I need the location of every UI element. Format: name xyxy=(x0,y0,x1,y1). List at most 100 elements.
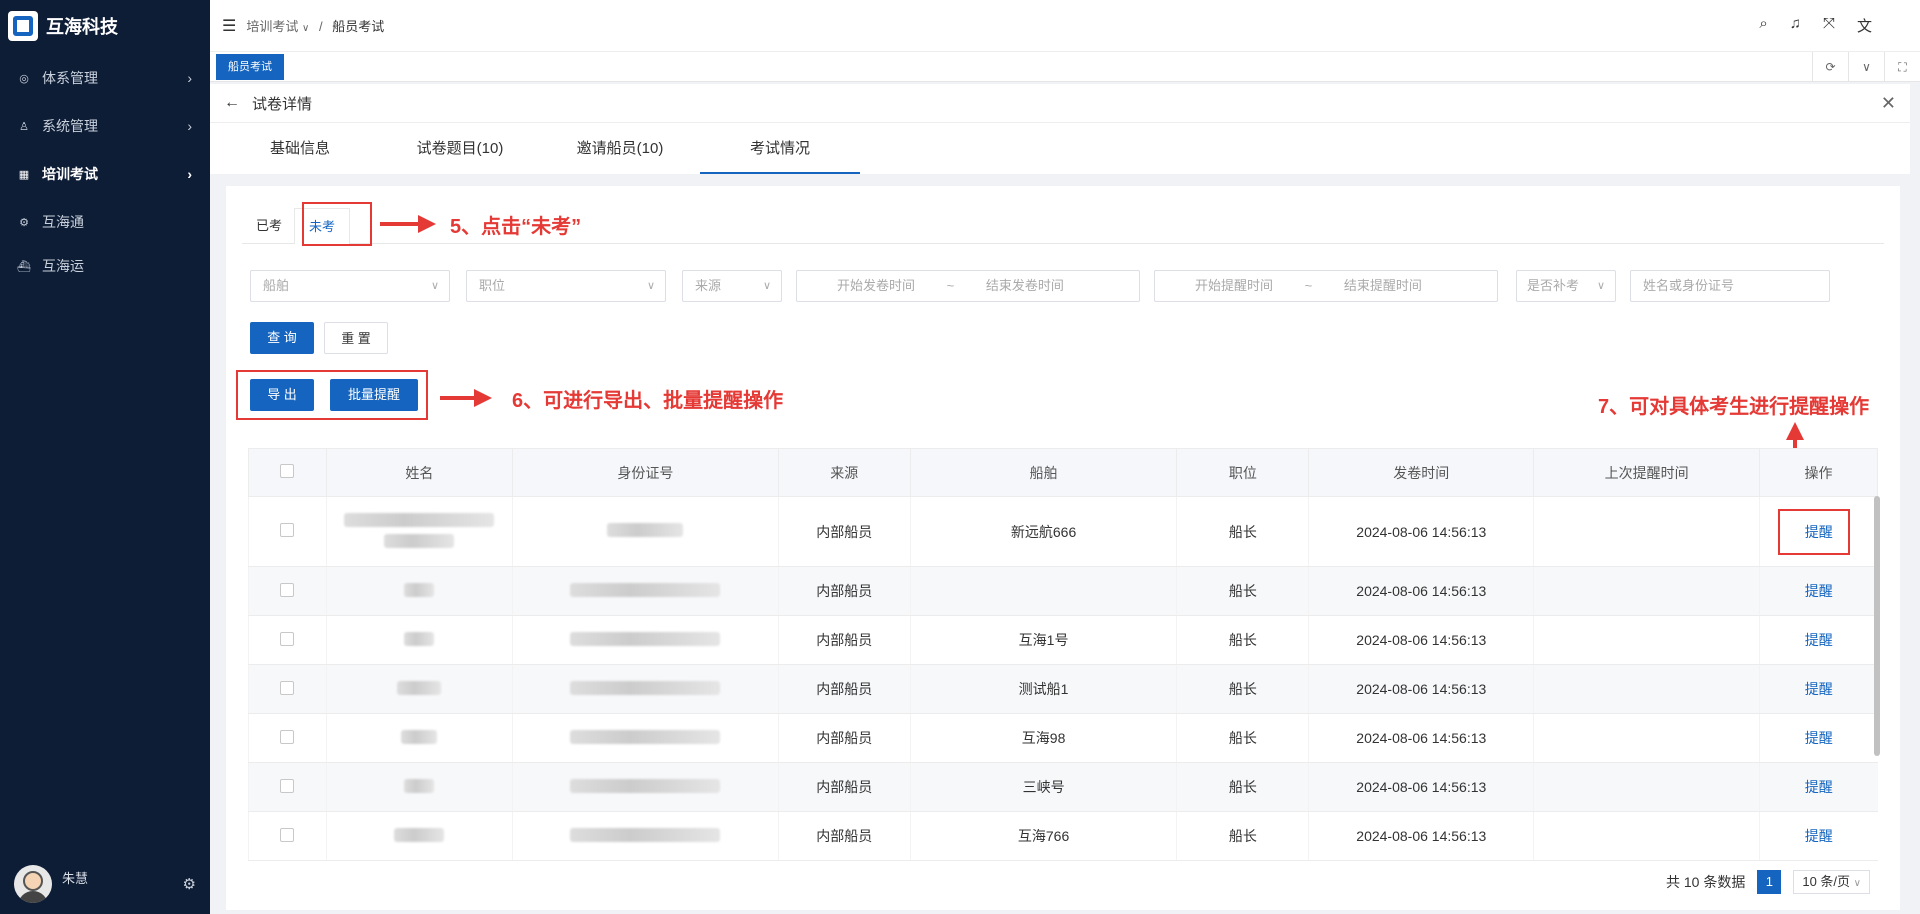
last-remind-cell xyxy=(1533,615,1760,665)
makeup-select[interactable]: 是否补考 ∨ xyxy=(1516,270,1616,302)
close-icon[interactable]: ✕ xyxy=(1881,93,1896,114)
redacted-text xyxy=(607,523,684,537)
export-button[interactable]: 导 出 xyxy=(250,379,314,411)
remind-link[interactable]: 提醒 xyxy=(1805,632,1833,648)
send-time-cell: 2024-08-06 14:56:13 xyxy=(1308,566,1534,616)
send-time-range[interactable]: 开始发卷时间 ~ 结束发卷时间 xyxy=(796,270,1140,302)
ship-select-placeholder: 船舶 xyxy=(263,278,290,293)
row-checkbox[interactable] xyxy=(280,778,295,793)
row-checkbox[interactable] xyxy=(280,827,295,842)
row-checkbox[interactable] xyxy=(280,680,295,695)
remind-end-placeholder: 结束提醒时间 xyxy=(1343,278,1422,293)
avatar[interactable] xyxy=(14,865,52,903)
source-cell: 内部船员 xyxy=(777,713,911,763)
sidebar-item-huhaiyun[interactable]: ⛴ 互海运 xyxy=(0,246,210,286)
redacted-text xyxy=(570,729,721,744)
last-remind-cell xyxy=(1533,566,1760,616)
annotation-arrow xyxy=(440,396,476,400)
name-cell xyxy=(325,713,513,763)
reset-button[interactable]: 重 置 xyxy=(324,322,388,354)
settings-gear-icon[interactable]: ⚙ xyxy=(183,875,196,893)
send-time-cell: 2024-08-06 14:56:13 xyxy=(1308,762,1534,812)
remind-link[interactable]: 提醒 xyxy=(1805,828,1833,844)
redacted-text xyxy=(401,729,438,744)
chevron-right-icon: › xyxy=(187,166,192,182)
tag-tools: ⟳ ∨ ⛶ xyxy=(1812,52,1920,82)
batch-remind-button[interactable]: 批量提醒 xyxy=(330,379,418,411)
tab-exam-status[interactable]: 考试情况 xyxy=(700,123,860,174)
page-1-button[interactable]: 1 xyxy=(1757,870,1782,894)
back-arrow-icon[interactable]: ← xyxy=(224,94,240,112)
position-select-placeholder: 职位 xyxy=(479,278,506,293)
range-separator: ~ xyxy=(1304,278,1313,293)
tab-questions[interactable]: 试卷题目(10) xyxy=(380,123,540,174)
sidebar-item-system[interactable]: ◎ 体系管理 › xyxy=(0,54,210,102)
chevron-down-icon: ∨ xyxy=(301,23,310,34)
sidebar-item-training[interactable]: ▦ 培训考试 › xyxy=(0,150,210,198)
logo-icon xyxy=(8,11,38,41)
ship-cell: 三峡号 xyxy=(909,762,1177,812)
tab-basic-info[interactable]: 基础信息 xyxy=(220,123,380,174)
name-id-input[interactable]: 姓名或身份证号 xyxy=(1630,270,1830,302)
action-cell: 提醒 xyxy=(1759,762,1878,812)
remind-time-range[interactable]: 开始提醒时间 ~ 结束提醒时间 xyxy=(1154,270,1498,302)
remind-link[interactable]: 提醒 xyxy=(1805,779,1833,795)
maximize-icon[interactable]: ⛶ xyxy=(1884,52,1920,82)
refresh-icon[interactable]: ⟳ xyxy=(1812,52,1848,82)
user-name: 朱慧 xyxy=(62,870,89,886)
row-select-cell xyxy=(248,811,327,861)
breadcrumb-current: 船员考试 xyxy=(332,19,385,34)
page-size-value: 10 条/页 xyxy=(1802,874,1851,889)
query-button[interactable]: 查 询 xyxy=(250,322,314,354)
table-row: 内部船员 船长 2024-08-06 14:56:13 提醒 xyxy=(248,566,1878,616)
position-select[interactable]: 职位 ∨ xyxy=(466,270,666,302)
row-checkbox[interactable] xyxy=(280,729,295,744)
id-cell xyxy=(511,664,779,714)
search-icon[interactable]: ⌕ xyxy=(1759,15,1767,36)
brand-logo[interactable]: 互海科技 xyxy=(0,0,210,52)
row-select-cell xyxy=(248,496,327,567)
col-id: 身份证号 xyxy=(511,448,779,497)
table-scrollbar[interactable] xyxy=(1874,496,1880,756)
subtab-taken[interactable]: 已考 xyxy=(242,208,296,244)
sidebar-item-huhaitong[interactable]: ⚙ 互海通 xyxy=(0,198,210,246)
remind-link[interactable]: 提醒 xyxy=(1805,681,1833,697)
chevron-down-icon[interactable]: ∨ xyxy=(1848,52,1884,82)
row-checkbox[interactable] xyxy=(280,631,295,646)
tag-crew-exam[interactable]: 船员考试 xyxy=(216,54,284,80)
breadcrumb: 培训考试 ∨ / 船员考试 xyxy=(246,16,384,35)
id-cell xyxy=(511,615,779,665)
breadcrumb-item[interactable]: 培训考试 xyxy=(246,19,298,34)
select-all-checkbox[interactable] xyxy=(280,464,295,478)
source-select[interactable]: 来源 ∨ xyxy=(682,270,782,302)
remind-link[interactable]: 提醒 xyxy=(1805,730,1833,746)
tab-invited-crew[interactable]: 邀请船员(10) xyxy=(540,123,700,174)
translate-icon[interactable]: 文 xyxy=(1857,15,1872,36)
send-start-placeholder: 开始发卷时间 xyxy=(837,278,916,293)
ship-select[interactable]: 船舶 ∨ xyxy=(250,270,450,302)
bell-icon[interactable]: ♫ xyxy=(1790,15,1801,36)
fullscreen-icon[interactable]: ⤧ xyxy=(1823,15,1835,36)
row-checkbox[interactable] xyxy=(280,582,295,597)
tags-bar: 船员考试 ⟳ ∨ ⛶ xyxy=(210,52,1920,82)
row-checkbox[interactable] xyxy=(280,523,295,537)
position-cell: 船长 xyxy=(1176,762,1309,812)
col-send-time: 发卷时间 xyxy=(1308,448,1535,497)
menu-fold-icon[interactable]: ☰ xyxy=(222,16,236,36)
action-cell: 提醒 xyxy=(1759,811,1878,861)
position-cell: 船长 xyxy=(1176,496,1309,567)
redacted-text xyxy=(404,778,435,793)
action-cell: 提醒 xyxy=(1759,496,1878,567)
sidebar-item-settings[interactable]: ♙ 系统管理 › xyxy=(0,102,210,150)
page-size-select[interactable]: 10 条/页 ∨ xyxy=(1793,870,1870,894)
remind-link[interactable]: 提醒 xyxy=(1805,583,1833,599)
content-panel: 已考 未考 5、点击“未考” 船舶 ∨ 职位 ∨ 来源 ∨ 开始发卷时间 ~ 结束发卷… xyxy=(226,186,1900,910)
user-settings-icon: ♙ xyxy=(19,120,29,133)
redacted-text xyxy=(570,778,721,793)
action-cell: 提醒 xyxy=(1759,566,1878,616)
table-row: 内部船员 测试船1 船长 2024-08-06 14:56:13 提醒 xyxy=(248,664,1878,714)
annotation-7: 7、可对具体考生进行提醒操作 xyxy=(1598,396,1870,418)
send-time-cell: 2024-08-06 14:56:13 xyxy=(1308,615,1534,665)
chevron-down-icon: ∨ xyxy=(1853,878,1861,889)
sidebar-item-label: 培训考试 xyxy=(42,166,98,182)
